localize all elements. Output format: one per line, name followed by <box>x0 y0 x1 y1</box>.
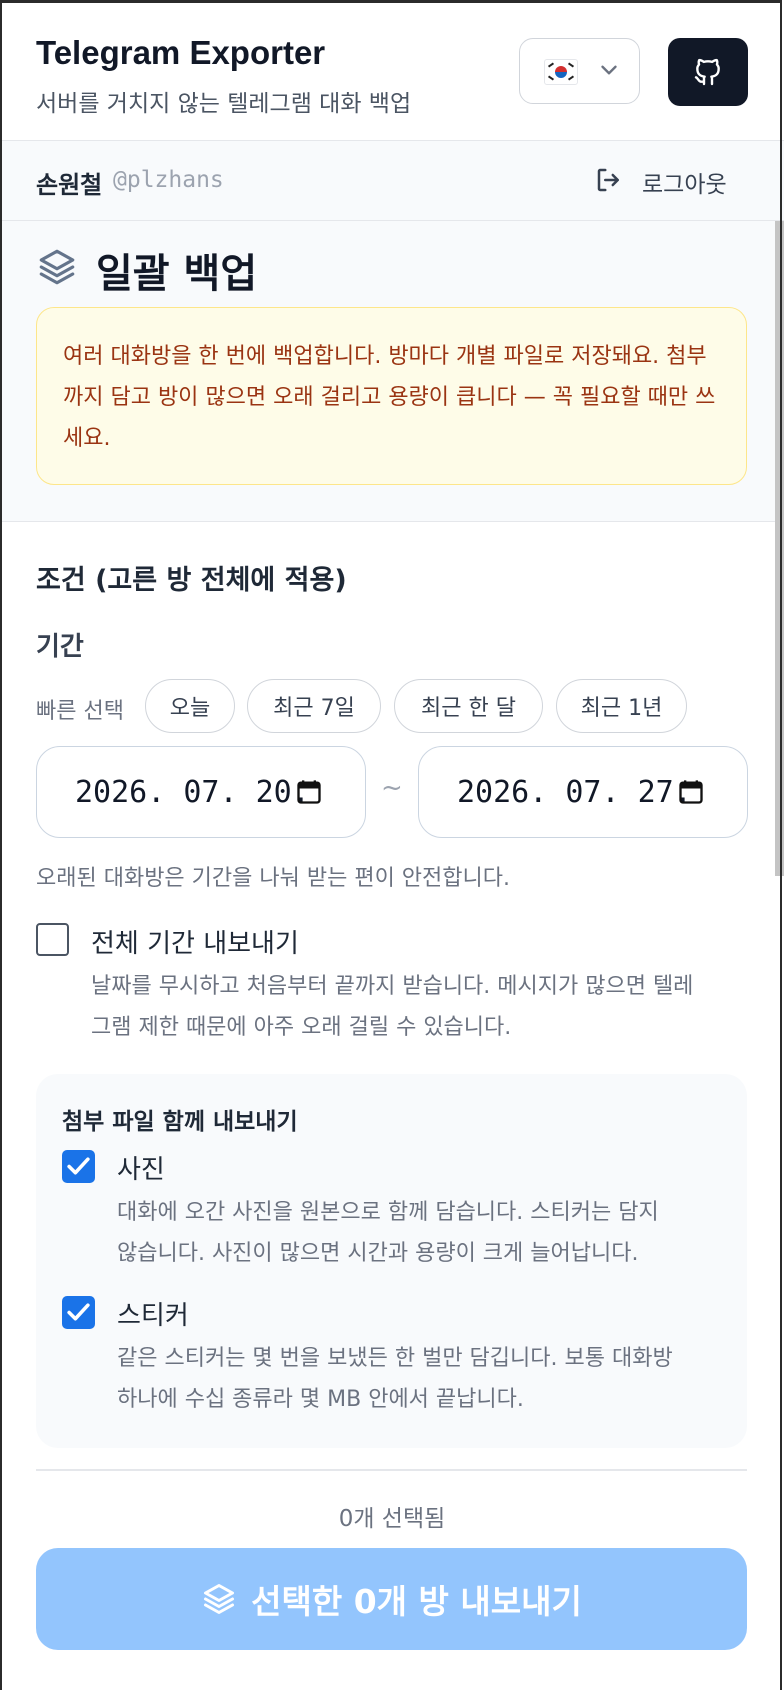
github-icon <box>694 58 720 86</box>
kr-flag-icon <box>544 59 578 85</box>
divider <box>36 1469 747 1471</box>
photo-desc-line2: 않습니다. 사진이 많으면 시간과 용량이 크게 늘어납니다. <box>117 1241 639 1266</box>
checkmark-icon <box>67 1303 90 1321</box>
date-separator: ~ <box>381 773 403 803</box>
photo-checkbox[interactable] <box>62 1150 95 1183</box>
date-from-value: 2026. 07. 20. <box>75 775 310 810</box>
date-to-value: 2026. 07. 27. <box>457 775 692 810</box>
chevron-down-icon <box>601 65 617 75</box>
section-header: 일괄 백업 여러 대화방을 한 번에 백업합니다. 방마다 개별 파일로 저장돼… <box>0 221 784 522</box>
checkmark-icon <box>67 1157 90 1175</box>
chip-last-year[interactable]: 최근 1년 <box>556 679 687 733</box>
scrollbar-thumb[interactable] <box>775 221 784 876</box>
sticker-label: 스티커 <box>117 1301 189 1331</box>
app-subtitle: 서버를 거치지 않는 텔레그램 대화 백업 <box>36 91 412 117</box>
attachments-title: 첨부 파일 함께 내보내기 <box>62 1109 298 1135</box>
calendar-icon[interactable] <box>677 778 705 806</box>
chip-last-7-days[interactable]: 최근 7일 <box>247 679 381 733</box>
selected-count: 0개 선택됨 <box>338 1506 446 1532</box>
date-hint: 오래된 대화방은 기간을 나눠 받는 편이 안전합니다. <box>36 866 510 891</box>
attachments-panel: 첨부 파일 함께 내보내기 사진 대화에 오간 사진을 원본으로 함께 담습니다… <box>36 1074 747 1448</box>
photo-desc-line1: 대화에 오간 사진을 원본으로 함께 담습니다. 스티커는 담지 <box>117 1200 659 1225</box>
full-period-checkbox[interactable] <box>36 923 69 956</box>
github-button[interactable] <box>668 38 748 106</box>
full-period-label: 전체 기간 내보내기 <box>91 929 299 959</box>
section-title: 일괄 백업 <box>96 251 258 297</box>
date-to-input[interactable]: 2026. 07. 27. <box>418 746 748 838</box>
export-button-label: 선택한 0개 방 내보내기 <box>251 1582 582 1621</box>
chip-last-month[interactable]: 최근 한 달 <box>394 679 543 733</box>
user-bar: 손원철 @plzhans 로그아웃 <box>0 141 784 221</box>
sticker-checkbox[interactable] <box>62 1296 95 1329</box>
export-selected-button[interactable]: 선택한 0개 방 내보내기 <box>36 1548 747 1650</box>
photo-label: 사진 <box>117 1155 165 1185</box>
app-header: Telegram Exporter 서버를 거치지 않는 텔레그램 대화 백업 <box>0 0 784 141</box>
full-period-desc-line2: 그램 제한 때문에 아주 오래 걸릴 수 있습니다. <box>91 1015 512 1040</box>
full-period-desc-line1: 날짜를 무시하고 처음부터 끝까지 받습니다. 메시지가 많으면 텔레 <box>91 974 694 999</box>
warning-text: 여러 대화방을 한 번에 백업합니다. 방마다 개별 파일로 저장돼요. 첨부까… <box>63 344 716 451</box>
layers-icon <box>39 249 75 285</box>
date-from-input[interactable]: 2026. 07. 20. <box>36 746 366 838</box>
chip-today[interactable]: 오늘 <box>145 679 235 733</box>
logout-icon <box>597 168 619 192</box>
calendar-icon[interactable] <box>295 778 323 806</box>
app-title: Telegram Exporter <box>36 34 326 71</box>
sticker-desc-line2: 하나에 수십 종류라 몇 MB 안에서 끝납니다. <box>117 1387 524 1412</box>
quick-select-label: 빠른 선택 <box>36 699 124 724</box>
user-name: 손원철 <box>36 171 103 199</box>
warning-box: 여러 대화방을 한 번에 백업합니다. 방마다 개별 파일로 저장돼요. 첨부까… <box>36 307 747 485</box>
layers-icon <box>204 1584 235 1614</box>
period-label: 기간 <box>36 632 84 662</box>
user-handle: @plzhans <box>113 167 224 193</box>
sticker-desc-line1: 같은 스티커는 몇 번을 보냈든 한 벌만 담깁니다. 보통 대화방 <box>117 1346 673 1371</box>
language-select[interactable] <box>519 38 640 104</box>
logout-label: 로그아웃 <box>642 172 727 198</box>
conditions-title: 조건 (고른 방 전체에 적용) <box>36 565 347 596</box>
